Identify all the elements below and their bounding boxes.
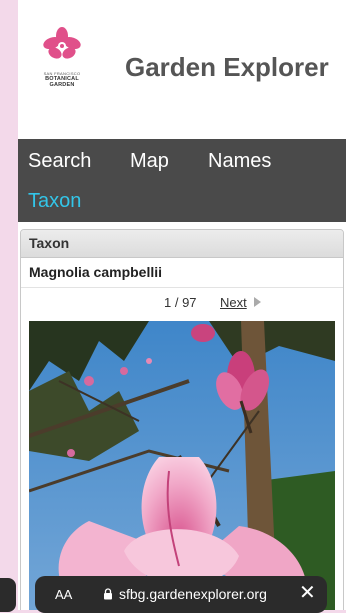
main-nav: Search Map Names Taxon	[18, 139, 346, 222]
text-size-button[interactable]: AA	[55, 587, 72, 602]
url-text[interactable]: sfbg.gardenexplorer.org	[119, 586, 267, 602]
nav-item-names[interactable]: Names	[208, 150, 271, 173]
logo-line-3: GARDEN	[49, 82, 75, 88]
nav-item-map[interactable]: Map	[130, 150, 169, 173]
taxon-name: Magnolia campbellii	[21, 258, 343, 288]
magnolia-flower-photo	[29, 321, 335, 610]
next-arrow-icon[interactable]	[254, 297, 261, 307]
site-title: Garden Explorer	[125, 52, 329, 82]
close-icon[interactable]: ✕	[299, 583, 316, 603]
browser-url-bar[interactable]: AA sfbg.gardenexplorer.org ✕	[35, 576, 327, 613]
nav-item-taxon[interactable]: Taxon	[28, 190, 81, 213]
taxon-panel-header: Taxon	[21, 230, 343, 258]
taxon-photo[interactable]	[29, 321, 335, 610]
taxon-panel: Taxon Magnolia campbellii 1 / 97 Next	[20, 229, 344, 610]
magnolia-logo-icon	[43, 27, 81, 59]
lock-icon	[104, 588, 112, 600]
site-header: SAN FRANCISCO BOTANICAL GARDEN Garden Ex…	[18, 0, 346, 139]
pager: 1 / 97 Next	[21, 288, 343, 319]
nav-item-search[interactable]: Search	[28, 150, 91, 173]
page-count: 1 / 97	[164, 295, 197, 310]
next-link[interactable]: Next	[220, 295, 247, 310]
browser-tab-peek[interactable]	[0, 578, 16, 612]
page: SAN FRANCISCO BOTANICAL GARDEN Garden Ex…	[18, 0, 346, 610]
sfbg-logo[interactable]: SAN FRANCISCO BOTANICAL GARDEN	[38, 26, 86, 88]
